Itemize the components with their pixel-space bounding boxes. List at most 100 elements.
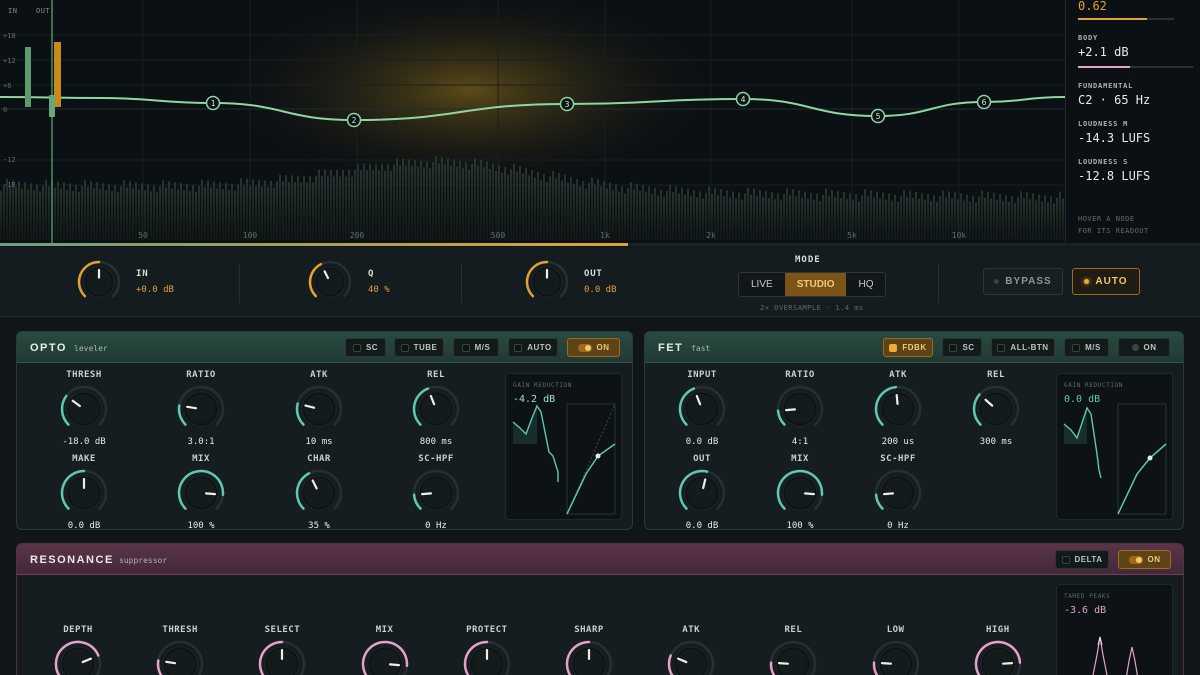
spectrum-analyzer[interactable]: 1 2 3 4 5 6 IN OUT +18 +12 +6 0 -12 -18 50 10… (0, 0, 1065, 245)
resonance-atk-knob[interactable] (666, 639, 716, 675)
fet-out-knob[interactable] (677, 468, 727, 522)
fet-all-btn-toggle[interactable]: ALL-BTN (991, 338, 1055, 357)
spectrum-bar (177, 189, 179, 240)
spectrum-bar (261, 186, 263, 240)
spectrum-bar (18, 181, 20, 240)
spectrum-bar (648, 186, 650, 240)
opto-rel-knob[interactable] (411, 384, 461, 438)
opto-auto-toggle[interactable]: AUTO (508, 338, 558, 357)
top-value-bar (1078, 18, 1174, 20)
resonance-thresh-knob[interactable] (155, 639, 205, 675)
playhead-handle[interactable] (49, 95, 55, 117)
fet-input-knob[interactable] (677, 384, 727, 438)
eq-node[interactable]: 1 (205, 95, 221, 111)
db-tick: 0 (3, 106, 8, 114)
resonance-select-knob[interactable] (257, 639, 307, 675)
fet-knob-label: ATK (889, 370, 907, 380)
spectrum-bar (561, 180, 563, 240)
opto-ms-toggle[interactable]: M/S (453, 338, 499, 357)
spectrum-bar (723, 196, 725, 240)
in-knob[interactable] (76, 259, 122, 309)
spectrum-bar (753, 188, 755, 240)
spectrum-bar (999, 193, 1001, 240)
opto-sc-toggle[interactable]: SC (345, 338, 386, 357)
resonance-sharp-knob[interactable] (564, 639, 614, 675)
spectrum-bar (333, 176, 335, 240)
mode-studio-button[interactable]: STUDIO (784, 273, 847, 296)
eq-node[interactable]: 4 (735, 91, 751, 107)
spectrum-bar (135, 182, 137, 240)
opto-thresh-knob[interactable] (59, 384, 109, 438)
opto-atk-knob[interactable] (294, 384, 344, 438)
resonance-knob-label: REL (784, 625, 803, 635)
spectrum-bar (873, 197, 875, 240)
spectrum-bar (966, 194, 968, 240)
db-tick: +12 (3, 57, 16, 65)
resonance-rel-knob[interactable] (768, 639, 818, 675)
eq-node-label: 1 (211, 99, 216, 108)
fet-ms-toggle[interactable]: M/S (1064, 338, 1109, 357)
spectrum-bar (267, 187, 269, 240)
spectrum-bar (741, 199, 743, 240)
resonance-knob-label: SELECT (264, 625, 301, 635)
mode-live-button[interactable]: LIVE (739, 273, 785, 296)
resonance-title: RESONANCE (30, 554, 114, 566)
spectrum-bar (768, 198, 770, 240)
resonance-delta-toggle[interactable]: DELTA (1055, 550, 1109, 569)
opto-sc-hpf-knob[interactable] (411, 468, 461, 522)
toggle-icon (577, 343, 592, 352)
spectrum-bar (21, 188, 23, 240)
spectrum-bar (456, 166, 458, 240)
resonance-high-knob[interactable] (973, 639, 1023, 675)
fet-knob-value: 4:1 (791, 437, 809, 447)
fet-atk-knob[interactable] (873, 384, 923, 438)
spectrum-bar (933, 195, 935, 240)
resonance-protect-knob[interactable] (462, 639, 512, 675)
resonance-mix-knob[interactable] (360, 639, 410, 675)
spectrum-bar (924, 200, 926, 240)
eq-node[interactable]: 3 (559, 96, 575, 112)
resonance-depth-knob[interactable] (53, 639, 103, 675)
opto-make-knob[interactable] (59, 468, 109, 522)
spectrum-bar (1020, 191, 1022, 240)
opto-power-toggle[interactable]: ON (567, 338, 620, 357)
bypass-button[interactable]: BYPASS (983, 268, 1063, 295)
spectrum-bar (465, 162, 467, 240)
spectrum-bar (1050, 196, 1052, 240)
fet-mix-knob[interactable] (775, 468, 825, 522)
analyzer-graph[interactable]: 1 2 3 4 5 6 (0, 0, 1065, 245)
opto-ratio-knob[interactable] (176, 384, 226, 438)
opto-tube-toggle[interactable]: TUBE (394, 338, 444, 357)
spectrum-bar (168, 181, 170, 240)
fet-rel-knob[interactable] (971, 384, 1021, 438)
fet-power-toggle[interactable]: ON (1118, 338, 1170, 357)
mode-hq-button[interactable]: HQ (846, 273, 886, 296)
fet-sc-hpf-knob[interactable] (873, 468, 923, 522)
spectrum-bar (987, 191, 989, 240)
spectrum-bar (939, 196, 941, 240)
eq-node[interactable]: 2 (346, 112, 362, 128)
out-knob[interactable] (524, 259, 570, 309)
spectrum-bar (864, 189, 866, 240)
resonance-power-toggle[interactable]: ON (1118, 550, 1171, 569)
fet-ratio-knob[interactable] (775, 384, 825, 438)
position-bar[interactable] (0, 243, 1200, 246)
fet-fdbk-toggle[interactable]: FDBK (883, 338, 933, 357)
eq-node[interactable]: 6 (976, 94, 992, 110)
opto-mix-knob[interactable] (176, 468, 226, 522)
spectrum-bar (828, 195, 830, 240)
opto-char-knob[interactable] (294, 468, 344, 522)
resonance-low-knob[interactable] (871, 639, 921, 675)
spectrum-bar (228, 189, 230, 240)
eq-node[interactable]: 5 (870, 108, 886, 124)
q-knob[interactable] (307, 259, 353, 309)
spectrum-bar (921, 193, 923, 240)
spectrum-bar (15, 187, 17, 240)
spectrum-bar (720, 189, 722, 240)
fet-sc-toggle[interactable]: SC (942, 338, 982, 357)
spectrum-bar (981, 190, 983, 240)
spectrum-bar (486, 161, 488, 240)
auto-button[interactable]: AUTO (1072, 268, 1140, 295)
spectrum-bar (435, 156, 437, 240)
chip-label: SC (365, 343, 379, 352)
